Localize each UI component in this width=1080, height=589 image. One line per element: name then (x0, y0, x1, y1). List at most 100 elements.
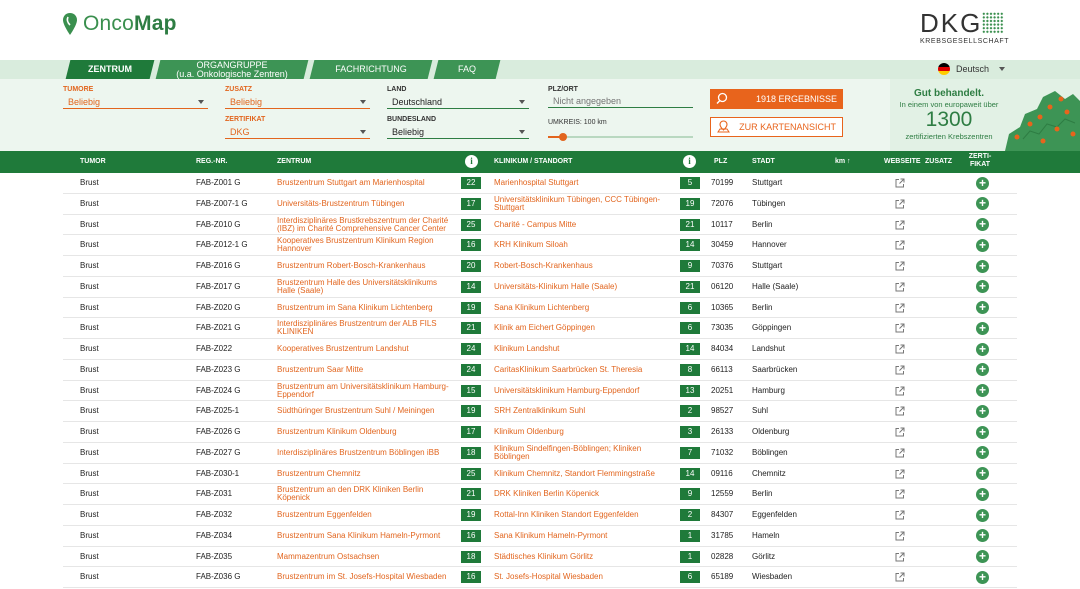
col-klinikum[interactable]: KLINIKUM / STANDORT (494, 151, 572, 173)
cell-klinikum-link[interactable]: Klinikum Landshut (494, 339, 674, 359)
tab-organgruppe[interactable]: ORGANGRUPPE (u.a. Onkologische Zentren) (155, 60, 309, 79)
table-row[interactable]: Brust FAB-Z026 G Brustzentrum Klinikum O… (63, 422, 1017, 443)
cell-zentrum-link[interactable]: Brustzentrum im St. Josefs-Hospital Wies… (277, 567, 457, 587)
info-icon[interactable]: i (683, 155, 696, 168)
language-selector[interactable]: Deutsch (938, 62, 1006, 76)
external-link-icon[interactable] (895, 199, 905, 209)
cell-zentrum-link[interactable]: Brustzentrum an den DRK Kliniken Berlin … (277, 484, 457, 504)
cell-klinikum-link[interactable]: Städtisches Klinikum Görlitz (494, 547, 674, 567)
tumore-select[interactable]: Beliebig (63, 95, 208, 109)
tab-fachrichtung[interactable]: FACHRICHTUNG (309, 60, 433, 79)
table-row[interactable]: Brust FAB-Z032 Brustzentrum Eggenfelden … (63, 505, 1017, 526)
results-button[interactable]: 1918 ERGEBNISSE (710, 89, 843, 109)
table-row[interactable]: Brust FAB-Z034 Brustzentrum Sana Kliniku… (63, 526, 1017, 547)
external-link-icon[interactable] (895, 406, 905, 416)
table-row[interactable]: Brust FAB-Z036 G Brustzentrum im St. Jos… (63, 567, 1017, 588)
cell-klinikum-link[interactable]: Universitäts-Klinikum Halle (Saale) (494, 277, 674, 297)
plus-icon[interactable]: + (976, 508, 989, 522)
external-link-icon[interactable] (895, 531, 905, 541)
col-zertifikat[interactable]: ZERTI- FIKAT (966, 153, 994, 175)
cell-klinikum-link[interactable]: Marienhospital Stuttgart (494, 173, 674, 193)
cell-zentrum-link[interactable]: Brustzentrum am Universitätsklinikum Ham… (277, 381, 457, 401)
plus-icon[interactable]: + (976, 384, 989, 397)
dkg-logo[interactable]: DKG KREBSGESELLSCHAFT (920, 8, 1010, 50)
cell-zentrum-link[interactable]: Brustzentrum Stuttgart am Marienhospital (277, 173, 457, 193)
cell-zentrum-link[interactable]: Brustzentrum Saar Mitte (277, 360, 457, 380)
table-row[interactable]: Brust FAB-Z031 Brustzentrum an den DRK K… (63, 484, 1017, 505)
plus-icon[interactable]: + (976, 197, 989, 211)
umkreis-slider[interactable] (548, 133, 693, 141)
plz-input[interactable] (548, 94, 693, 108)
plus-icon[interactable]: + (976, 363, 989, 377)
cell-zentrum-link[interactable]: Interdisziplinäres Brustkrebszentrum der… (277, 215, 457, 235)
external-link-icon[interactable] (895, 261, 905, 271)
table-row[interactable]: Brust FAB-Z001 G Brustzentrum Stuttgart … (63, 173, 1017, 194)
plus-icon[interactable]: + (976, 550, 989, 563)
table-row[interactable]: Brust FAB-Z025-1 Südthüringer Brustzentr… (63, 401, 1017, 422)
plus-icon[interactable]: + (976, 467, 989, 480)
umkreis-slider-thumb[interactable] (558, 133, 567, 141)
plus-icon[interactable]: + (976, 425, 989, 439)
cell-klinikum-link[interactable]: St. Josefs-Hospital Wiesbaden (494, 567, 674, 587)
cell-zentrum-link[interactable]: Brustzentrum Robert-Bosch-Krankenhaus (277, 256, 457, 276)
plus-icon[interactable]: + (976, 176, 989, 190)
cell-zentrum-link[interactable]: Brustzentrum Sana Klinikum Hameln-Pyrmon… (277, 526, 457, 546)
cell-klinikum-link[interactable]: Rottal-Inn Kliniken Standort Eggenfelden (494, 505, 674, 525)
col-webseite[interactable]: WEBSEITE (884, 151, 921, 173)
external-link-icon[interactable] (895, 427, 905, 437)
col-stadt[interactable]: STADT (752, 151, 775, 173)
plus-icon[interactable]: + (976, 404, 989, 418)
cell-klinikum-link[interactable]: SRH Zentralklinikum Suhl (494, 401, 674, 421)
tab-faq[interactable]: FAQ (433, 60, 501, 79)
table-row[interactable]: Brust FAB-Z027 G Interdisziplinäres Brus… (63, 443, 1017, 464)
table-row[interactable]: Brust FAB-Z017 G Brustzentrum Halle des … (63, 277, 1017, 298)
cell-zentrum-link[interactable]: Kooperatives Brustzentrum Klinikum Regio… (277, 235, 457, 255)
cell-klinikum-link[interactable]: Sana Klinikum Hameln-Pyrmont (494, 526, 674, 546)
table-row[interactable]: Brust FAB-Z016 G Brustzentrum Robert-Bos… (63, 256, 1017, 277)
cell-klinikum-link[interactable]: Klinikum Chemnitz, Standort Flemmingstra… (494, 464, 674, 484)
cell-klinikum-link[interactable]: DRK Kliniken Berlin Köpenick (494, 484, 674, 504)
cell-klinikum-link[interactable]: Klinik am Eichert Göppingen (494, 318, 674, 338)
plus-icon[interactable]: + (976, 529, 989, 543)
land-select[interactable]: Deutschland (387, 95, 529, 109)
cell-zentrum-link[interactable]: Interdisziplinäres Brustzentrum der ALB … (277, 318, 457, 338)
external-link-icon[interactable] (895, 552, 905, 562)
cell-zentrum-link[interactable]: Südthüringer Brustzentrum Suhl / Meining… (277, 401, 457, 421)
cell-zentrum-link[interactable]: Brustzentrum im Sana Klinikum Lichtenber… (277, 298, 457, 318)
external-link-icon[interactable] (895, 344, 905, 354)
plus-icon[interactable]: + (976, 487, 989, 501)
external-link-icon[interactable] (895, 386, 905, 396)
plus-icon[interactable]: + (976, 259, 989, 273)
col-zentrum[interactable]: ZENTRUM (277, 151, 311, 173)
external-link-icon[interactable] (895, 220, 905, 230)
cell-zentrum-link[interactable]: Universitäts-Brustzentrum Tübingen (277, 194, 457, 214)
cell-klinikum-link[interactable]: Universitätsklinikum Hamburg-Eppendorf (494, 381, 674, 401)
external-link-icon[interactable] (895, 510, 905, 520)
table-row[interactable]: Brust FAB-Z023 G Brustzentrum Saar Mitte… (63, 360, 1017, 381)
external-link-icon[interactable] (895, 282, 905, 292)
col-tumor[interactable]: TUMOR (80, 151, 106, 173)
plus-icon[interactable]: + (976, 570, 989, 584)
external-link-icon[interactable] (895, 448, 905, 458)
cell-klinikum-link[interactable]: Universitätsklinikum Tübingen, CCC Tübin… (494, 194, 674, 214)
cell-zentrum-link[interactable]: Brustzentrum Eggenfelden (277, 505, 457, 525)
external-link-icon[interactable] (895, 178, 905, 188)
info-icon[interactable]: i (465, 155, 478, 168)
table-row[interactable]: Brust FAB-Z021 G Interdisziplinäres Brus… (63, 318, 1017, 339)
cell-zentrum-link[interactable]: Brustzentrum Chemnitz (277, 464, 457, 484)
col-reg[interactable]: REG.-NR. (196, 151, 228, 173)
cell-klinikum-link[interactable]: Klinikum Oldenburg (494, 422, 674, 442)
table-row[interactable]: Brust FAB-Z035 Mammazentrum Ostsachsen 1… (63, 547, 1017, 568)
external-link-icon[interactable] (895, 469, 905, 479)
external-link-icon[interactable] (895, 240, 905, 250)
cell-zentrum-link[interactable]: Interdisziplinäres Brustzentrum Böblinge… (277, 443, 457, 463)
external-link-icon[interactable] (895, 323, 905, 333)
table-row[interactable]: Brust FAB-Z012-1 G Kooperatives Brustzen… (63, 235, 1017, 256)
table-row[interactable]: Brust FAB-Z010 G Interdisziplinäres Brus… (63, 215, 1017, 236)
external-link-icon[interactable] (895, 489, 905, 499)
oncomap-logo[interactable]: OncoMap (63, 12, 177, 36)
external-link-icon[interactable] (895, 303, 905, 313)
map-view-button[interactable]: ZUR KARTENANSICHT (710, 117, 843, 137)
cell-klinikum-link[interactable]: Charité - Campus Mitte (494, 215, 674, 235)
plus-icon[interactable]: + (976, 321, 989, 335)
